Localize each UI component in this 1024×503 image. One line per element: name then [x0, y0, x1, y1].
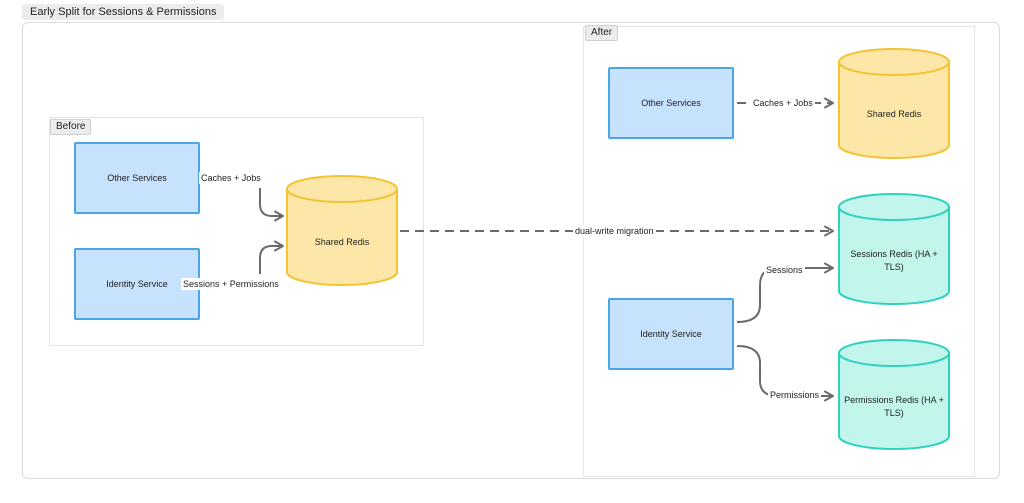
edge-before-sessions-permissions — [259, 240, 284, 274]
before-shared-redis-label: Shared Redis — [314, 236, 370, 247]
after-permissions-label: Permissions — [768, 389, 822, 401]
permissions-redis-label: Permissions Redis (HA + TLS) — [844, 395, 944, 418]
edge-before-caches-jobs — [259, 188, 284, 222]
after-identity-service-node[interactable]: Identity Service — [608, 298, 734, 370]
after-other-services-node[interactable]: Other Services — [608, 67, 734, 139]
after-shared-redis-label: Shared Redis — [866, 108, 922, 119]
before-other-services-node[interactable]: Other Services — [74, 142, 200, 214]
before-caches-jobs-label: Caches + Jobs — [199, 172, 263, 184]
after-caches-jobs-label: Caches + Jobs — [751, 97, 815, 109]
before-sessions-permissions-label: Sessions + Permissions — [181, 278, 281, 290]
after-sessions-label: Sessions — [764, 264, 805, 276]
sessions-redis-label: Sessions Redis (HA + TLS) — [850, 249, 938, 272]
dual-write-migration-label: dual-write migration — [573, 225, 656, 237]
edge-after-sessions — [736, 262, 834, 323]
